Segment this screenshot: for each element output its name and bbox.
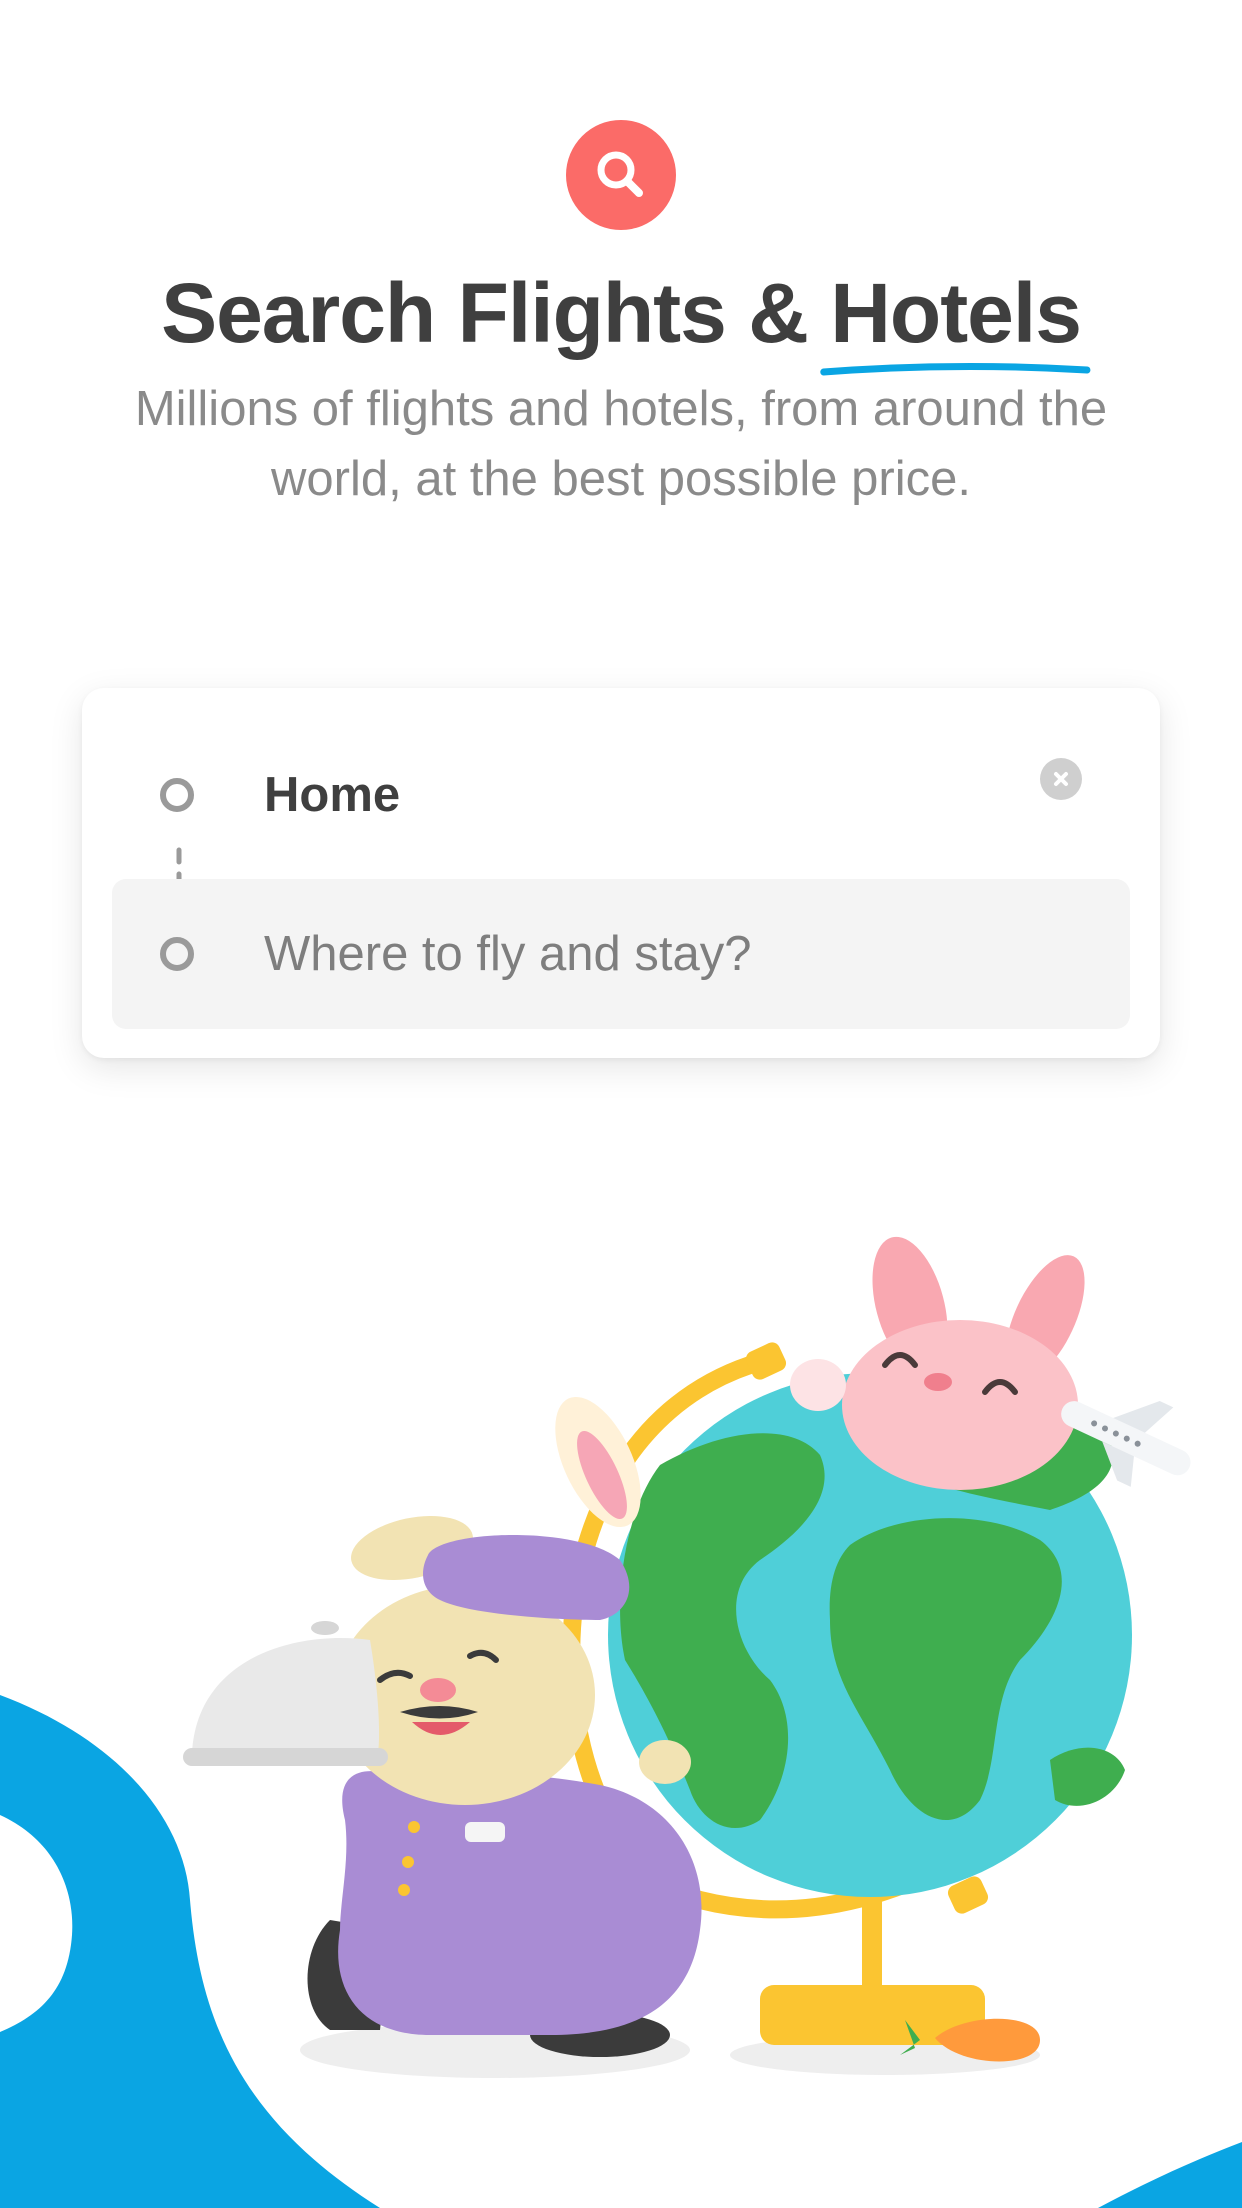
globe-stand-top [745, 1342, 787, 1380]
page-title-main: Search Flights & [161, 266, 831, 360]
pink-bunny-head [842, 1320, 1078, 1490]
bellhop-button-2 [402, 1856, 414, 1868]
river-corner [1098, 2142, 1242, 2208]
destination-dot-icon [160, 937, 194, 971]
destination-row[interactable] [112, 879, 1130, 1029]
search-icon [597, 151, 643, 197]
page-title: Search Flights & Hotels [0, 258, 1242, 376]
search-badge [566, 120, 676, 230]
pink-bunny-paw [790, 1359, 846, 1411]
page-title-accent: Hotels [820, 258, 1091, 376]
search-card: Home [82, 688, 1160, 1058]
clear-icon [1054, 772, 1068, 786]
serving-tray [183, 1748, 388, 1766]
page-title-accent-text: Hotels [830, 266, 1082, 360]
bellhop-button-1 [408, 1821, 420, 1833]
bellhop-bunny-body [338, 1771, 702, 2035]
pink-bunny-nose [924, 1373, 952, 1391]
bellhop-badge [465, 1822, 505, 1842]
cloche-handle [311, 1621, 339, 1635]
destination-input[interactable] [264, 919, 1084, 989]
origin-field[interactable]: Home [264, 760, 964, 830]
serving-cloche [192, 1637, 380, 1752]
clear-origin-button[interactable] [1040, 758, 1082, 800]
origin-dot-icon [160, 778, 194, 812]
globe-continent-australia [1050, 1747, 1125, 1806]
illustration [0, 1236, 1242, 2208]
origin-row[interactable]: Home [112, 718, 1130, 850]
bellhop-bunny-hand [639, 1740, 691, 1784]
page-subtitle: Millions of flights and hotels, from aro… [134, 382, 1108, 506]
bellhop-button-3 [398, 1884, 410, 1896]
globe-stand-pole [862, 1900, 882, 1990]
bellhop-bunny-nose [420, 1678, 456, 1702]
